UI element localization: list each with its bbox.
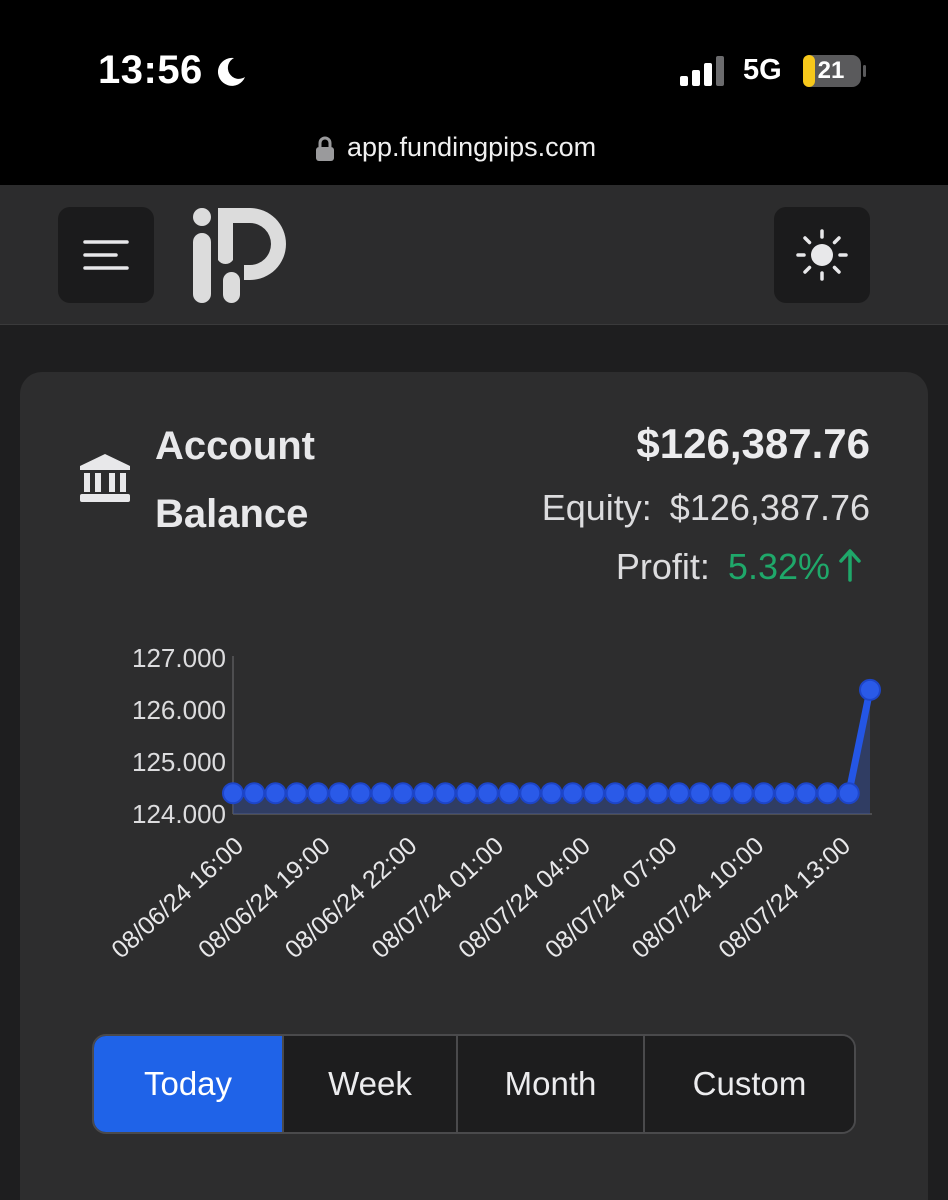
data-point[interactable] bbox=[455, 782, 478, 805]
profit-label: Profit: bbox=[615, 546, 710, 587]
data-point[interactable] bbox=[816, 782, 839, 805]
lock-icon bbox=[316, 136, 334, 161]
moon-icon bbox=[217, 57, 245, 86]
arrow-up-icon bbox=[839, 549, 861, 582]
data-point[interactable] bbox=[689, 782, 712, 805]
data-point[interactable] bbox=[774, 782, 797, 805]
card-title: Account Balance bbox=[155, 424, 315, 536]
data-point[interactable] bbox=[349, 782, 372, 805]
menu-button[interactable] bbox=[58, 207, 154, 303]
balance-chart: 127.000126.000125.000124.00008/06/24 16:… bbox=[106, 643, 881, 964]
range-week-button[interactable]: Week bbox=[284, 1036, 458, 1132]
range-month-button[interactable]: Month bbox=[458, 1036, 645, 1132]
url-bar[interactable]: app.fundingpips.com bbox=[347, 132, 596, 163]
equity-row: Equity: $126,387.76 bbox=[542, 487, 870, 529]
hamburger-menu-icon bbox=[83, 240, 129, 270]
data-point[interactable] bbox=[582, 782, 605, 805]
data-point[interactable] bbox=[604, 782, 627, 805]
data-point[interactable] bbox=[625, 782, 648, 805]
data-point[interactable] bbox=[413, 782, 436, 805]
app-header bbox=[0, 185, 948, 325]
data-point[interactable] bbox=[264, 782, 287, 805]
data-point[interactable] bbox=[391, 782, 414, 805]
fundingpips-logo[interactable] bbox=[190, 205, 292, 305]
time-range-selector: Today Week Month Custom bbox=[92, 1034, 856, 1134]
data-point[interactable] bbox=[519, 782, 542, 805]
bank-icon bbox=[80, 454, 130, 502]
data-point[interactable] bbox=[561, 782, 584, 805]
data-point[interactable] bbox=[328, 782, 351, 805]
data-point[interactable] bbox=[434, 782, 457, 805]
y-tick-label: 126.000 bbox=[132, 695, 226, 725]
equity-label: Equity: bbox=[541, 487, 652, 528]
data-point[interactable] bbox=[306, 782, 329, 805]
series-line bbox=[233, 689, 874, 797]
sun-icon bbox=[796, 229, 848, 281]
cellular-signal-icon bbox=[680, 56, 724, 86]
data-point[interactable] bbox=[646, 782, 669, 805]
data-point[interactable] bbox=[837, 782, 860, 805]
range-custom-button[interactable]: Custom bbox=[645, 1036, 854, 1132]
data-point[interactable] bbox=[498, 782, 521, 805]
data-point[interactable] bbox=[859, 678, 881, 701]
data-point[interactable] bbox=[731, 782, 754, 805]
data-point[interactable] bbox=[540, 782, 563, 805]
range-today-button[interactable]: Today bbox=[94, 1036, 284, 1132]
equity-value: $126,387.76 bbox=[669, 487, 870, 528]
data-point[interactable] bbox=[710, 782, 733, 805]
profit-value: 5.32% bbox=[727, 546, 830, 587]
status-bar: 13:56 5G 21 app.fundingpips.com bbox=[0, 0, 948, 185]
y-tick-label: 124.000 bbox=[132, 799, 226, 829]
data-point[interactable] bbox=[752, 782, 775, 805]
account-balance-value: $126,387.76 bbox=[636, 420, 870, 467]
profit-row: Profit: 5.32% bbox=[616, 546, 862, 588]
theme-toggle-button[interactable] bbox=[774, 207, 870, 303]
y-tick-label: 125.000 bbox=[132, 747, 226, 777]
data-point[interactable] bbox=[476, 782, 499, 805]
account-balance-card: Account Balance $126,387.76 Equity: $126,… bbox=[20, 372, 928, 1200]
data-point[interactable] bbox=[222, 782, 244, 805]
battery-level: 21 bbox=[817, 57, 845, 84]
data-point[interactable] bbox=[285, 782, 308, 805]
clock: 13:56 bbox=[98, 48, 203, 92]
data-point[interactable] bbox=[795, 782, 818, 805]
data-point[interactable] bbox=[243, 782, 266, 805]
network-type: 5G bbox=[743, 54, 782, 86]
y-tick-label: 127.000 bbox=[132, 643, 226, 673]
data-point[interactable] bbox=[667, 782, 690, 805]
data-point[interactable] bbox=[370, 782, 393, 805]
